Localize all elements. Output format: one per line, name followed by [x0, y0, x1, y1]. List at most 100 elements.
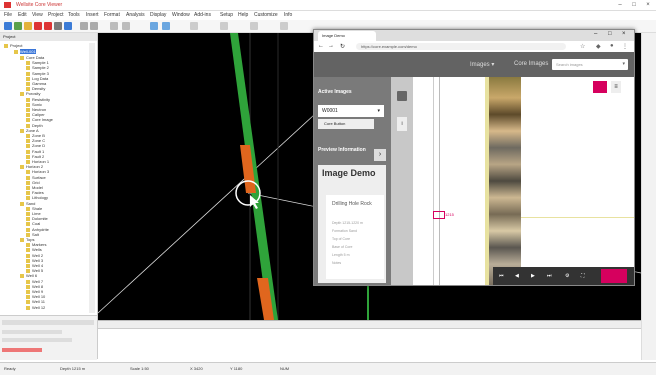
menu-item[interactable]: Project	[48, 12, 64, 18]
menu-item[interactable]: Window	[172, 12, 190, 18]
menu-icon[interactable]: ≡	[611, 81, 621, 93]
well-icon	[14, 49, 18, 54]
first-icon[interactable]: ⏮	[499, 273, 504, 279]
menu-item[interactable]: Format	[104, 12, 120, 18]
tree-item-selected[interactable]: Well-001	[14, 49, 36, 54]
well-select[interactable]: W0001 ▾	[318, 105, 384, 117]
stop-icon[interactable]	[44, 22, 52, 30]
menu-item[interactable]: Info	[284, 12, 292, 18]
forward-icon[interactable]: →	[328, 43, 334, 49]
app-icon	[4, 2, 11, 8]
nav-core-link[interactable]: Core Images	[514, 61, 548, 67]
menu-item[interactable]: File	[4, 12, 12, 18]
core-image[interactable]	[489, 77, 521, 285]
last-icon[interactable]: ⏭	[547, 273, 552, 279]
nav-images-link[interactable]: Images ▾	[470, 61, 494, 68]
menu-item[interactable]: View	[32, 12, 43, 18]
preview-panel: Image Demo Drilling Hole Rock Depth 1215…	[318, 165, 386, 283]
maximize-icon[interactable]: □	[628, 1, 640, 9]
search-icon[interactable]: ▾	[622, 59, 625, 70]
menu-icon[interactable]: ⋮	[622, 43, 628, 50]
settings-icon[interactable]	[280, 22, 288, 30]
ruler-icon[interactable]	[122, 22, 130, 30]
search-placeholder: Search images	[556, 62, 583, 67]
tree-scrollbar[interactable]	[89, 43, 95, 313]
browser-window[interactable]: Image Demo – □ × ← → ↻ https://core.exam…	[313, 29, 635, 286]
layer-icon[interactable]	[150, 22, 158, 30]
depth-marker[interactable]	[433, 211, 445, 219]
core-button-label: Core Button	[324, 121, 346, 126]
menu-item[interactable]: Edit	[18, 12, 27, 18]
core-column[interactable]	[230, 33, 278, 320]
menu-item[interactable]: Setup	[220, 12, 233, 18]
pan-icon[interactable]	[90, 22, 98, 30]
search-input[interactable]: Search images ▾	[552, 59, 628, 70]
project-tree-panel: Project Project Well-001 Core Data Sample 1…	[0, 33, 98, 360]
menu-item[interactable]: Insert	[86, 12, 99, 18]
bookmark-icon[interactable]: ☆	[580, 43, 585, 50]
depth-ruler	[439, 77, 440, 285]
menu-item[interactable]: Analysis	[126, 12, 145, 18]
close-icon[interactable]: ×	[642, 1, 654, 9]
properties-tabs[interactable]	[2, 320, 94, 325]
layer-icon	[20, 55, 24, 60]
grid-icon[interactable]	[54, 22, 62, 30]
expand-icon[interactable]: ›	[374, 149, 386, 161]
collapse-icon[interactable]	[397, 91, 407, 101]
measure-icon[interactable]	[110, 22, 118, 30]
minimize-icon[interactable]: –	[614, 1, 626, 9]
card-row: Notes	[332, 261, 342, 265]
tool-strip: i	[391, 77, 413, 285]
menu-item[interactable]: Help	[238, 12, 248, 18]
open-icon[interactable]	[4, 22, 12, 30]
record-icon[interactable]	[34, 22, 42, 30]
pointer-icon[interactable]	[80, 22, 88, 30]
minimize-icon[interactable]: –	[594, 31, 597, 37]
depth-ruler	[433, 77, 434, 285]
close-icon[interactable]: ×	[622, 31, 626, 37]
panel-title: Project	[3, 34, 16, 39]
warning-row	[2, 348, 42, 352]
menu-item[interactable]: Customize	[254, 12, 278, 18]
tree-item[interactable]: Well 12	[26, 305, 45, 310]
menu-item[interactable]: Tools	[68, 12, 80, 18]
layer-icon	[20, 128, 24, 133]
menu-item[interactable]: Display	[150, 12, 166, 18]
layers-icon[interactable]	[162, 22, 170, 30]
properties-row	[2, 338, 72, 342]
card-title: Drilling Hole Rock	[332, 201, 372, 207]
folder-icon[interactable]	[24, 22, 32, 30]
folder-icon	[4, 43, 8, 48]
info-card: Drilling Hole Rock Depth 1215-1220 m For…	[326, 195, 384, 279]
maximize-icon[interactable]: □	[608, 31, 612, 37]
filter-icon[interactable]	[190, 22, 198, 30]
reload-icon[interactable]: ↻	[340, 43, 345, 50]
preview-label: Preview Information	[318, 147, 366, 153]
profile-icon[interactable]: ●	[610, 43, 614, 49]
settings-icon[interactable]: ⚙	[565, 273, 569, 279]
table-icon[interactable]	[250, 22, 258, 30]
core-button[interactable]: Core Button	[318, 119, 374, 129]
fullscreen-icon[interactable]: ⛶	[581, 273, 585, 279]
address-bar[interactable]: https://core.example.com/demo	[356, 43, 566, 50]
card-row: Depth 1215-1220 m	[332, 221, 363, 225]
info-icon[interactable]: i	[397, 117, 407, 131]
prev-icon[interactable]: ◀	[515, 273, 519, 279]
tree-item-label: Well-001	[20, 49, 36, 54]
play-icon[interactable]: ▶	[531, 273, 535, 279]
accent-button[interactable]	[593, 81, 607, 93]
browser-tab[interactable]: Image Demo	[318, 31, 376, 41]
extensions-icon[interactable]: ◆	[596, 43, 601, 50]
save-icon[interactable]	[14, 22, 22, 30]
tree-item-label: Well 12	[32, 304, 46, 310]
vertical-scrollbar[interactable]	[641, 33, 656, 360]
back-icon[interactable]: ←	[318, 43, 324, 49]
window-titlebar: Wellsite Core Viewer – □ ×	[0, 0, 656, 11]
tree-item[interactable]: Project	[4, 43, 22, 48]
chart-icon[interactable]	[220, 22, 228, 30]
menu-item[interactable]: Add-ins	[194, 12, 211, 18]
zoom-icon[interactable]	[64, 22, 72, 30]
export-button[interactable]	[601, 269, 627, 283]
status-item: Scale 1:50	[130, 366, 149, 371]
status-item: NUM	[280, 366, 290, 371]
